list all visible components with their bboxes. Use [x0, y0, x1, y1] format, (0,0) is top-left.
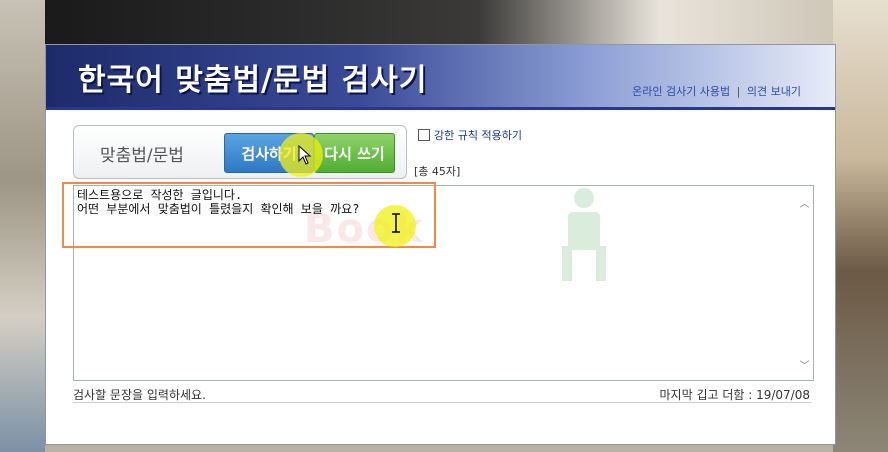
scroll-up-icon[interactable]: ︿	[799, 199, 810, 210]
footer-divider	[73, 402, 812, 403]
strict-rule-option[interactable]: 강한 규칙 적용하기	[418, 127, 522, 143]
background-photo-left	[0, 0, 45, 452]
background-photo-top	[45, 0, 833, 44]
feedback-link[interactable]: 의견 보내기	[747, 85, 801, 98]
spell-checker-window: 한국어 맞춤법/문법 검사기 온라인 검사기 사용법 | 의견 보내기 맞춤법/…	[45, 44, 836, 445]
mode-label: 맞춤법/문법	[100, 146, 184, 166]
page-title: 한국어 맞춤법/문법 검사기	[78, 63, 428, 98]
input-hint: 검사할 문장을 입력하세요.	[73, 388, 206, 402]
text-cursor-icon	[392, 213, 400, 233]
background-photo-right	[833, 0, 888, 452]
banner-links: 온라인 검사기 사용법 | 의견 보내기	[632, 83, 801, 99]
text-input-area[interactable]: Book 테스트용으로 작성한 글입니다. 어떤 부분에서 맞춤법이 틀렸을지 …	[73, 185, 814, 381]
mouse-pointer-icon	[298, 145, 312, 165]
reset-button[interactable]: 다시 쓰기	[314, 133, 395, 173]
banner: 한국어 맞춤법/문법 검사기 온라인 검사기 사용법 | 의견 보내기	[46, 45, 835, 110]
control-panel: 맞춤법/문법 검사하기 다시 쓰기	[73, 125, 407, 179]
strict-rule-checkbox[interactable]	[418, 129, 430, 141]
scroll-down-icon[interactable]: ﹀	[799, 361, 810, 372]
input-text: 테스트용으로 작성한 글입니다. 어떤 부분에서 맞춤법이 틀렸을지 확인해 보…	[77, 188, 360, 216]
help-link[interactable]: 온라인 검사기 사용법	[632, 85, 730, 98]
last-updated: 마지막 깁고 더함 : 19/07/08	[659, 388, 810, 402]
strict-rule-label: 강한 규칙 적용하기	[434, 129, 522, 142]
char-count: [총 45자]	[414, 165, 461, 178]
watermark-figure-icon	[562, 188, 606, 281]
textarea-scrollbar[interactable]: ︿ ﹀	[796, 186, 813, 380]
link-separator: |	[736, 85, 741, 98]
